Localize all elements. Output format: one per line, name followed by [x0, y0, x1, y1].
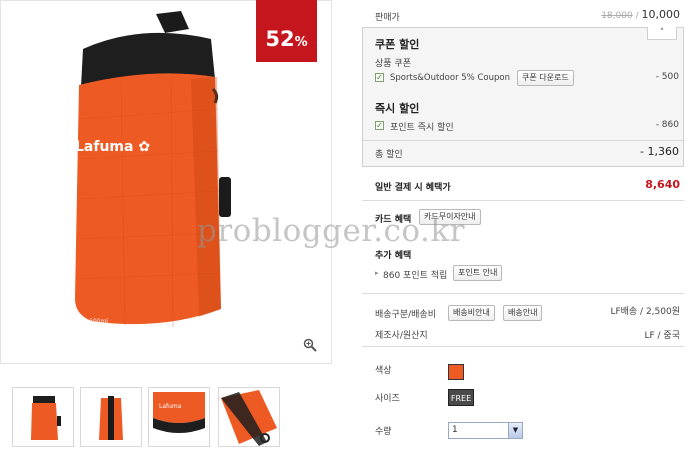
original-price: 18,000 — [601, 11, 633, 21]
divider — [362, 293, 684, 294]
shipping-value: LF배송 / 2,500원 — [610, 307, 680, 317]
thumbnail-3[interactable]: Lafuma — [148, 387, 210, 447]
coupon-item-amount: - 500 — [655, 72, 679, 82]
instant-item-amount: - 860 — [655, 120, 679, 130]
divider — [362, 200, 684, 201]
shipping-info-button[interactable]: 배송안내 — [503, 305, 543, 321]
instant-item-label: 포인트 즉시 할인 — [390, 123, 454, 133]
collapse-button[interactable]: ˄ — [647, 27, 677, 40]
box-divider — [363, 140, 683, 141]
coupon-subtitle: 상품 쿠폰 — [375, 59, 411, 69]
point-text: 860 포인트 적립 — [383, 271, 448, 281]
bottle-holder-image: Lafuma ✿ 600ml — [75, 11, 231, 328]
svg-text:Lafuma: Lafuma — [159, 403, 182, 410]
total-discount-label: 총 할인 — [375, 150, 403, 160]
capacity-mark-text: 600ml — [89, 318, 108, 325]
extra-benefit-label: 추가 혜택 — [375, 251, 412, 261]
coupon-download-button[interactable]: 쿠폰 다운로드 — [517, 70, 574, 86]
maker-value: LF / 중국 — [644, 331, 680, 341]
divider — [362, 346, 684, 347]
discount-number: 52 — [265, 27, 295, 51]
size-option-free[interactable]: FREE — [448, 389, 474, 406]
watermark-text: problogger.co.kr — [197, 213, 465, 249]
current-price: 10,000 — [641, 8, 681, 21]
shipping-label: 배송구분/배송비 — [375, 310, 436, 320]
discount-badge: 52% — [256, 0, 317, 62]
price-row: 18,000 / 10,000 — [560, 8, 680, 21]
coupon-checkbox[interactable]: ✓ — [375, 73, 384, 82]
maker-label: 제조사/원산지 — [375, 331, 428, 341]
shipping-fee-button[interactable]: 배송비안내 — [448, 305, 495, 321]
thumbnail-2[interactable] — [80, 387, 142, 447]
color-swatch-orange[interactable] — [448, 364, 464, 380]
chevron-down-icon[interactable]: ▼ — [508, 423, 522, 438]
quantity-select[interactable]: 1 ▼ — [448, 422, 523, 439]
quantity-value: 1 — [452, 425, 458, 435]
discount-unit: % — [294, 35, 308, 50]
discount-box: ˄ 쿠폰 할인 상품 쿠폰 ✓ Sports&Outdoor 5% Coupon… — [362, 27, 684, 167]
quantity-label: 수량 — [375, 427, 392, 437]
zoom-icon[interactable] — [303, 338, 317, 352]
thumbnail-1[interactable] — [12, 387, 74, 447]
coupon-item-label: Sports&Outdoor 5% Coupon — [390, 73, 510, 83]
price-label: 판매가 — [375, 13, 400, 23]
point-bullet: ▸ — [375, 269, 379, 277]
total-discount-amount: - 1,360 — [640, 145, 679, 158]
color-label: 색상 — [375, 366, 392, 376]
brand-logo-text: Lafuma ✿ — [75, 139, 150, 155]
instant-title: 즉시 할인 — [375, 102, 420, 115]
instant-checkbox[interactable]: ✓ — [375, 121, 384, 130]
general-payment-label: 일반 결제 시 혜택가 — [375, 183, 451, 193]
price-slash: / — [635, 11, 639, 21]
point-info-button[interactable]: 포인트 안내 — [453, 265, 503, 281]
thumbnail-strip: Lafuma — [0, 385, 332, 453]
thumbnail-4[interactable] — [218, 387, 280, 447]
general-payment-amount: 8,640 — [645, 178, 680, 191]
coupon-title: 쿠폰 할인 — [375, 38, 420, 51]
size-label: 사이즈 — [375, 394, 400, 404]
